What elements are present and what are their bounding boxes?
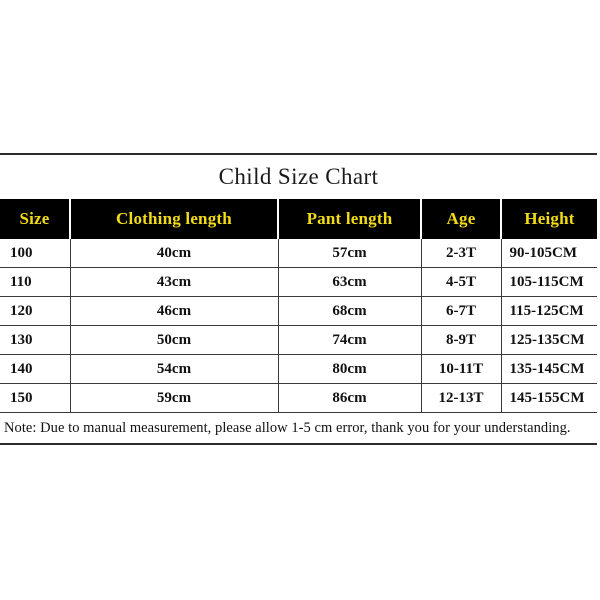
cell-clothing-length: 50cm [70, 325, 279, 355]
size-chart-block: Child Size Chart Size Clothing length Pa… [0, 153, 597, 445]
cell-age: 2-3T [421, 239, 502, 268]
cell-pant-length: 74cm [278, 325, 422, 355]
cell-height: 125-135CM [501, 325, 597, 355]
column-header-size: Size [0, 199, 71, 239]
cell-height: 115-125CM [501, 296, 597, 326]
cell-pant-length: 86cm [278, 383, 422, 413]
cell-height: 145-155CM [501, 383, 597, 413]
cell-height: 135-145CM [501, 354, 597, 384]
table-row: 120 46cm 68cm 6-7T 115-125CM [0, 296, 597, 326]
cell-pant-length: 63cm [278, 267, 422, 297]
cell-age: 4-5T [421, 267, 502, 297]
cell-clothing-length: 43cm [70, 267, 279, 297]
cell-pant-length: 68cm [278, 296, 422, 326]
cell-age: 6-7T [421, 296, 502, 326]
table-header-row: Size Clothing length Pant length Age Hei… [0, 199, 597, 239]
table-body: 100 40cm 57cm 2-3T 90-105CM 110 43cm 63c… [0, 239, 597, 443]
page-title: Child Size Chart [218, 164, 379, 189]
cell-size: 110 [0, 267, 71, 297]
cell-height: 105-115CM [501, 267, 597, 297]
column-header-pant-length: Pant length [278, 199, 422, 239]
cell-age: 8-9T [421, 325, 502, 355]
table-note-row: Note: Due to manual measurement, please … [0, 412, 597, 443]
cell-age: 10-11T [421, 354, 502, 384]
chart-bottom-rule [0, 443, 597, 445]
cell-pant-length: 80cm [278, 354, 422, 384]
cell-clothing-length: 40cm [70, 239, 279, 268]
measurement-note: Note: Due to manual measurement, please … [0, 412, 597, 443]
table-row: 140 54cm 80cm 10-11T 135-145CM [0, 354, 597, 384]
cell-size: 120 [0, 296, 71, 326]
column-header-clothing-length: Clothing length [70, 199, 279, 239]
table-row: 150 59cm 86cm 12-13T 145-155CM [0, 383, 597, 413]
table-header: Size Clothing length Pant length Age Hei… [0, 199, 597, 239]
cell-size: 100 [0, 239, 71, 268]
cell-size: 140 [0, 354, 71, 384]
column-header-age: Age [421, 199, 502, 239]
table-row: 100 40cm 57cm 2-3T 90-105CM [0, 239, 597, 268]
cell-clothing-length: 54cm [70, 354, 279, 384]
cell-size: 150 [0, 383, 71, 413]
cell-pant-length: 57cm [278, 239, 422, 268]
cell-clothing-length: 46cm [70, 296, 279, 326]
cell-age: 12-13T [421, 383, 502, 413]
cell-height: 90-105CM [501, 239, 597, 268]
column-header-height: Height [501, 199, 597, 239]
size-chart-table: Size Clothing length Pant length Age Hei… [0, 199, 597, 443]
cell-size: 130 [0, 325, 71, 355]
table-row: 130 50cm 74cm 8-9T 125-135CM [0, 325, 597, 355]
page-root: Child Size Chart Size Clothing length Pa… [0, 0, 600, 600]
cell-clothing-length: 59cm [70, 383, 279, 413]
table-row: 110 43cm 63cm 4-5T 105-115CM [0, 267, 597, 297]
